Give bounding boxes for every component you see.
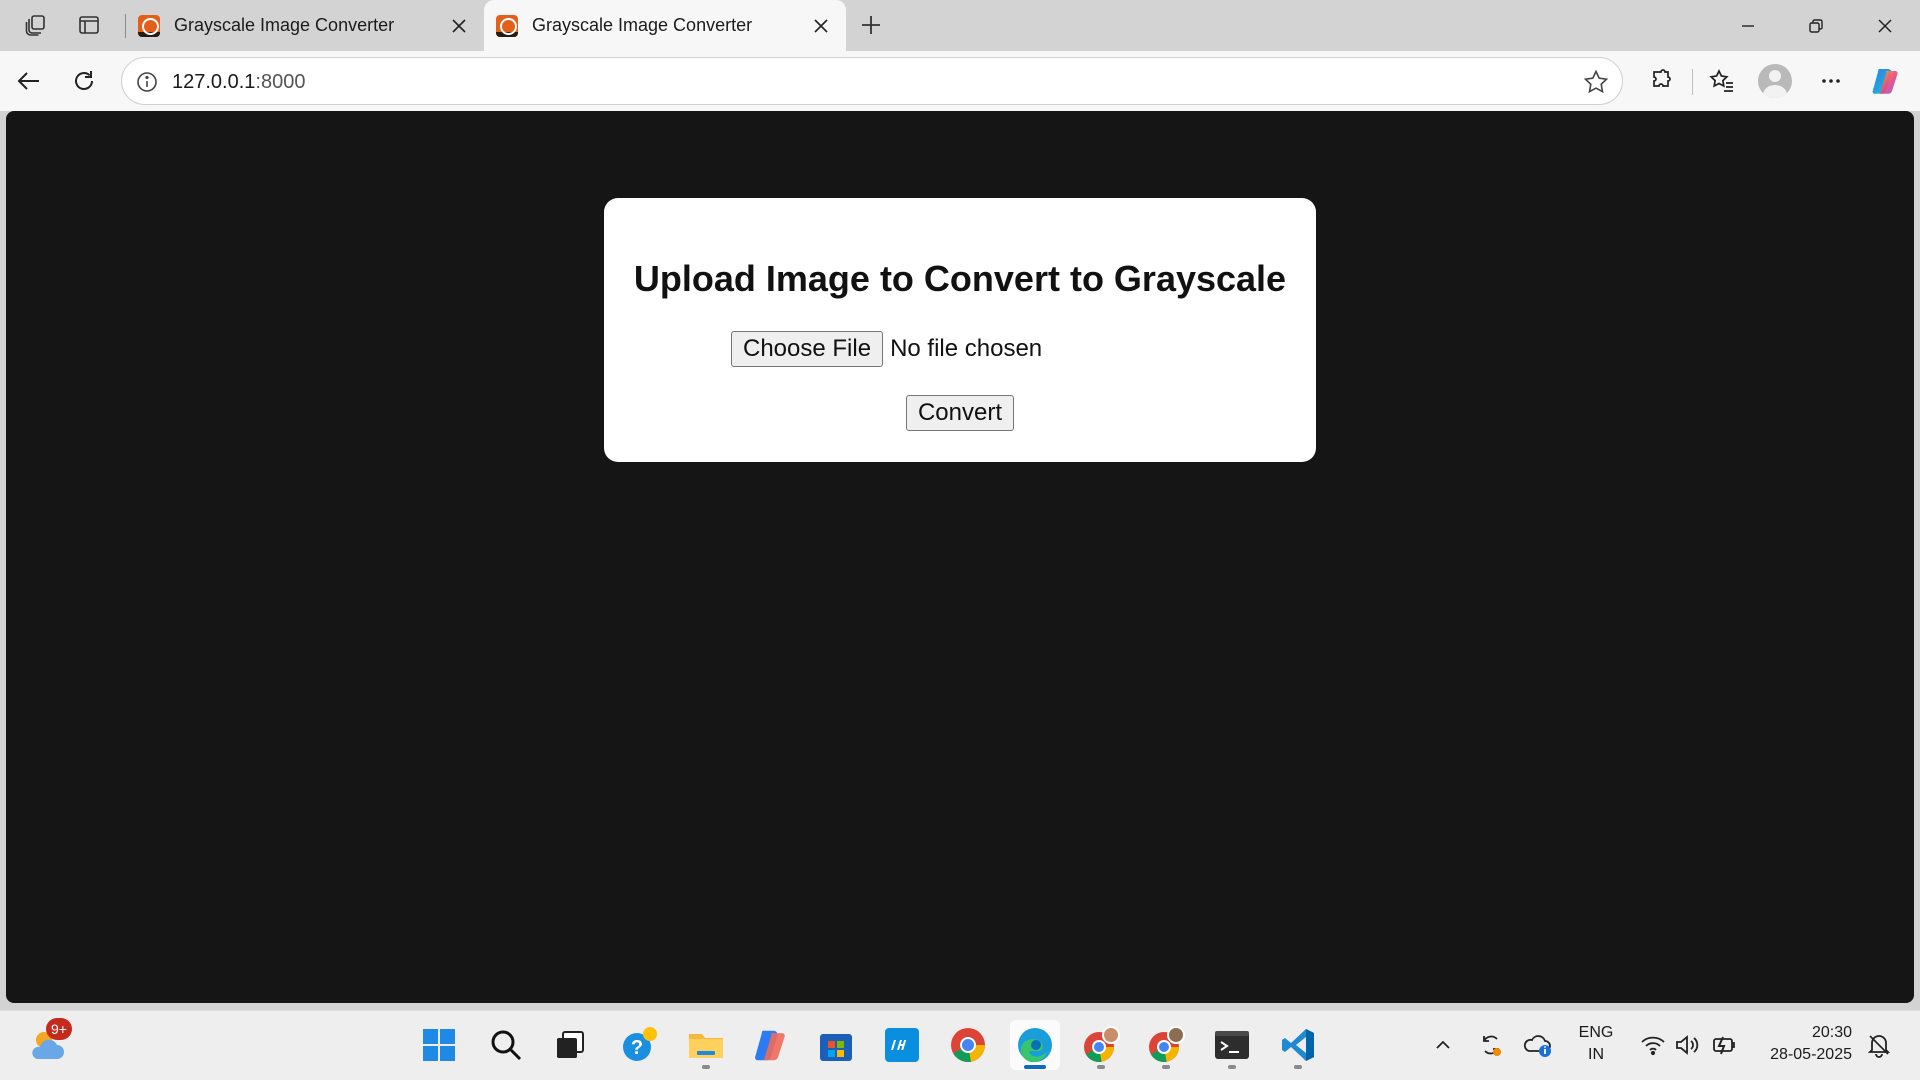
close-tab-icon[interactable]: [804, 9, 838, 43]
url-port: :8000: [255, 71, 306, 93]
chrome-icon[interactable]: [943, 1020, 993, 1070]
extensions-icon[interactable]: [1641, 61, 1681, 101]
running-indicator: [1228, 1065, 1236, 1069]
address-bar[interactable]: 127.0.0.1:8000: [121, 57, 1623, 105]
running-indicator: [1097, 1065, 1105, 1069]
convert-button[interactable]: Convert: [905, 395, 1015, 431]
clock[interactable]: 20:30 28-05-2025: [1752, 1022, 1852, 1066]
sync-status-icon[interactable]: [1476, 1030, 1506, 1060]
active-indicator: [1024, 1065, 1046, 1069]
choose-file-button[interactable]: Choose File: [731, 331, 884, 367]
volume-icon[interactable]: [1673, 1030, 1703, 1060]
clock-time: 20:30: [1811, 1024, 1852, 1041]
running-indicator: [702, 1065, 710, 1069]
address-url[interactable]: 127.0.0.1:8000: [172, 71, 305, 94]
page-heading: Upload Image to Convert to Grayscale: [633, 258, 1287, 299]
workspaces-icon[interactable]: [17, 8, 55, 42]
chrome-profile-icon[interactable]: [1076, 1020, 1126, 1070]
tab-title: Grayscale Image Converter: [532, 15, 753, 35]
copilot-icon[interactable]: [1866, 61, 1906, 101]
site-info-icon[interactable]: [134, 69, 160, 95]
notifications-icon[interactable]: [1864, 1030, 1894, 1060]
language-region: IN: [1588, 1046, 1604, 1063]
running-indicator: [1162, 1065, 1170, 1069]
minimize-button[interactable]: [1713, 0, 1783, 51]
task-view-icon[interactable]: [545, 1020, 595, 1070]
terminal-icon[interactable]: [1207, 1020, 1257, 1070]
more-options-icon[interactable]: [1811, 61, 1851, 101]
close-tab-icon[interactable]: [442, 9, 476, 43]
favorite-star-icon[interactable]: [1582, 68, 1610, 96]
new-tab-button[interactable]: [852, 8, 890, 42]
page-viewport: Upload Image to Convert to Grayscale Cho…: [6, 111, 1914, 1003]
tab-strip: Grayscale Image Converter Grayscale Imag…: [0, 0, 1920, 51]
language-indicator[interactable]: ENG IN: [1572, 1022, 1620, 1066]
site-favicon-icon: [496, 14, 518, 37]
file-status-text: No file chosen: [890, 335, 1043, 362]
battery-charging-icon[interactable]: [1709, 1030, 1739, 1060]
vscode-icon[interactable]: [1273, 1020, 1323, 1070]
copilot-app-icon[interactable]: [746, 1020, 796, 1070]
close-window-button[interactable]: [1850, 0, 1920, 51]
url-host: 127.0.0.1: [172, 71, 256, 93]
file-input[interactable]: Choose File No file chosen: [731, 331, 1042, 367]
myhp-app-icon[interactable]: [877, 1020, 927, 1070]
convert-row: Convert: [604, 395, 1316, 431]
show-hidden-icons-chevron-icon[interactable]: [1428, 1030, 1458, 1060]
clock-date: 28-05-2025: [1770, 1046, 1852, 1063]
search-icon[interactable]: [481, 1020, 531, 1070]
toolbar-divider: [1692, 69, 1693, 95]
upload-card: Upload Image to Convert to Grayscale Cho…: [604, 198, 1316, 462]
running-indicator: [1294, 1065, 1302, 1069]
svg-text:?: ?: [631, 1037, 643, 1059]
back-button[interactable]: [9, 61, 49, 101]
microsoft-store-icon[interactable]: [811, 1020, 861, 1070]
get-help-icon[interactable]: ?: [614, 1020, 664, 1070]
tab-inactive[interactable]: Grayscale Image Converter: [126, 0, 484, 51]
file-explorer-icon[interactable]: [681, 1020, 731, 1070]
profile-avatar[interactable]: [1758, 64, 1792, 98]
tab-title: Grayscale Image Converter: [174, 15, 395, 35]
language-code: ENG: [1578, 1024, 1614, 1041]
start-button-icon[interactable]: [414, 1020, 464, 1070]
refresh-button[interactable]: [64, 61, 104, 101]
edge-icon[interactable]: [1010, 1020, 1060, 1070]
restore-button[interactable]: [1781, 0, 1851, 51]
wifi-icon[interactable]: [1638, 1030, 1668, 1060]
onedrive-status-icon[interactable]: [1523, 1030, 1553, 1060]
chrome-profile-icon[interactable]: [1141, 1020, 1191, 1070]
tab-actions-icon[interactable]: [70, 8, 108, 42]
site-favicon-icon: [138, 14, 160, 37]
tab-active[interactable]: Grayscale Image Converter: [484, 0, 846, 51]
favorites-icon[interactable]: [1702, 61, 1742, 101]
weather-badge: 9+: [46, 1018, 72, 1040]
browser-toolbar: 127.0.0.1:8000: [0, 51, 1920, 111]
